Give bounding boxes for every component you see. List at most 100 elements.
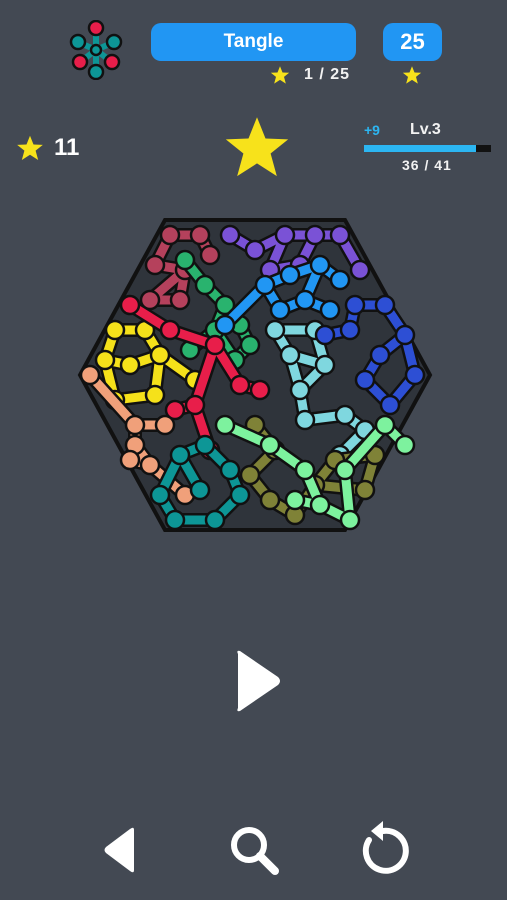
level-number-label: 25 <box>400 29 425 54</box>
tangle-node[interactable] <box>184 394 206 416</box>
restart-button[interactable] <box>353 818 417 882</box>
tangle-node[interactable] <box>394 324 416 346</box>
tangle-node[interactable] <box>294 459 316 481</box>
tangle-node[interactable] <box>149 484 171 506</box>
tangle-node[interactable] <box>329 269 351 291</box>
app-logo <box>66 19 126 81</box>
tangle-node[interactable] <box>199 244 221 266</box>
tangle-node[interactable] <box>279 344 301 366</box>
puzzle-title-label: Tangle <box>223 31 284 52</box>
tangle-node[interactable] <box>379 394 401 416</box>
tangle-node[interactable] <box>144 254 166 276</box>
search-icon <box>231 827 279 875</box>
tangle-node[interactable] <box>309 494 331 516</box>
tangle-node[interactable] <box>169 444 191 466</box>
tangle-node[interactable] <box>119 354 141 376</box>
tangle-node[interactable] <box>339 319 361 341</box>
tangle-node[interactable] <box>194 274 216 296</box>
level-number-badge[interactable]: 25 <box>383 23 442 61</box>
tangle-node[interactable] <box>314 324 336 346</box>
tangle-node[interactable] <box>204 509 226 531</box>
tangle-node[interactable] <box>404 364 426 386</box>
play-icon <box>237 650 280 712</box>
star-icon <box>270 66 290 84</box>
puzzle-title[interactable]: Tangle <box>151 23 356 61</box>
tangle-node[interactable] <box>139 454 161 476</box>
tangle-node[interactable] <box>119 294 141 316</box>
tangle-node[interactable] <box>219 224 241 246</box>
tangle-node[interactable] <box>309 254 331 276</box>
xp-progress-bar <box>364 145 491 152</box>
tangle-node[interactable] <box>294 409 316 431</box>
back-icon <box>104 827 134 873</box>
tangle-node[interactable] <box>369 344 391 366</box>
tangle-node[interactable] <box>229 484 251 506</box>
tangle-node[interactable] <box>189 479 211 501</box>
tangle-node[interactable] <box>319 299 341 321</box>
tangle-node[interactable] <box>394 434 416 456</box>
tangle-node[interactable] <box>349 259 371 281</box>
tangle-node[interactable] <box>244 239 266 261</box>
tangle-node[interactable] <box>164 509 186 531</box>
tangle-node[interactable] <box>329 224 351 246</box>
tangle-node[interactable] <box>229 374 251 396</box>
tangle-node[interactable] <box>344 294 366 316</box>
tangle-node[interactable] <box>149 344 171 366</box>
tangle-node[interactable] <box>144 384 166 406</box>
stage-progress-text: 1 / 25 <box>304 66 351 83</box>
tangle-node[interactable] <box>194 434 216 456</box>
tangle-node[interactable] <box>159 224 181 246</box>
tangle-node[interactable] <box>79 364 101 386</box>
star-icon <box>402 66 422 84</box>
tangle-node[interactable] <box>289 379 311 401</box>
tangle-node[interactable] <box>189 224 211 246</box>
stars-total: 11 <box>16 134 79 162</box>
tangle-node[interactable] <box>169 289 191 311</box>
tangle-node[interactable] <box>94 349 116 371</box>
tangle-node[interactable] <box>124 414 146 436</box>
tangle-node[interactable] <box>374 294 396 316</box>
tangle-node[interactable] <box>339 509 361 531</box>
tangle-node[interactable] <box>119 449 141 471</box>
xp-text: 36 / 41 <box>402 157 452 173</box>
stars-count: 11 <box>54 134 80 161</box>
tangle-node[interactable] <box>159 319 181 341</box>
tangle-node[interactable] <box>259 434 281 456</box>
player-level: Lv.3 <box>410 121 441 138</box>
tangle-node[interactable] <box>249 379 271 401</box>
tangle-node[interactable] <box>354 369 376 391</box>
big-star-icon <box>225 117 289 177</box>
stage-progress: 1 / 25 <box>270 64 350 86</box>
tangle-node[interactable] <box>374 414 396 436</box>
tangle-node[interactable] <box>239 464 261 486</box>
xp-progress-fill <box>364 145 476 152</box>
tangle-node[interactable] <box>279 264 301 286</box>
tangle-node[interactable] <box>314 354 336 376</box>
restart-icon <box>362 821 409 874</box>
tangle-node[interactable] <box>254 274 276 296</box>
tangle-node[interactable] <box>214 414 236 436</box>
puzzle-board[interactable] <box>75 215 435 535</box>
tangle-node[interactable] <box>284 489 306 511</box>
tangle-node[interactable] <box>354 479 376 501</box>
tangle-node[interactable] <box>154 414 176 436</box>
tangle-node[interactable] <box>259 489 281 511</box>
tangle-node[interactable] <box>304 224 326 246</box>
tangle-node[interactable] <box>269 299 291 321</box>
tangle-node[interactable] <box>204 334 226 356</box>
tangle-node[interactable] <box>264 319 286 341</box>
search-button[interactable] <box>223 818 287 882</box>
play-button[interactable] <box>228 646 284 716</box>
star-icon <box>17 135 43 161</box>
tangle-node[interactable] <box>239 334 261 356</box>
xp-gain: +9 <box>364 122 380 138</box>
tangle-node[interactable] <box>334 404 356 426</box>
tangle-node[interactable] <box>174 249 196 271</box>
back-button[interactable] <box>90 818 154 882</box>
tangle-node[interactable] <box>274 224 296 246</box>
tangle-node[interactable] <box>214 314 236 336</box>
tangle-node[interactable] <box>104 319 126 341</box>
tangle-node[interactable] <box>334 459 356 481</box>
tangle-node[interactable] <box>219 459 241 481</box>
tangle-node[interactable] <box>294 289 316 311</box>
